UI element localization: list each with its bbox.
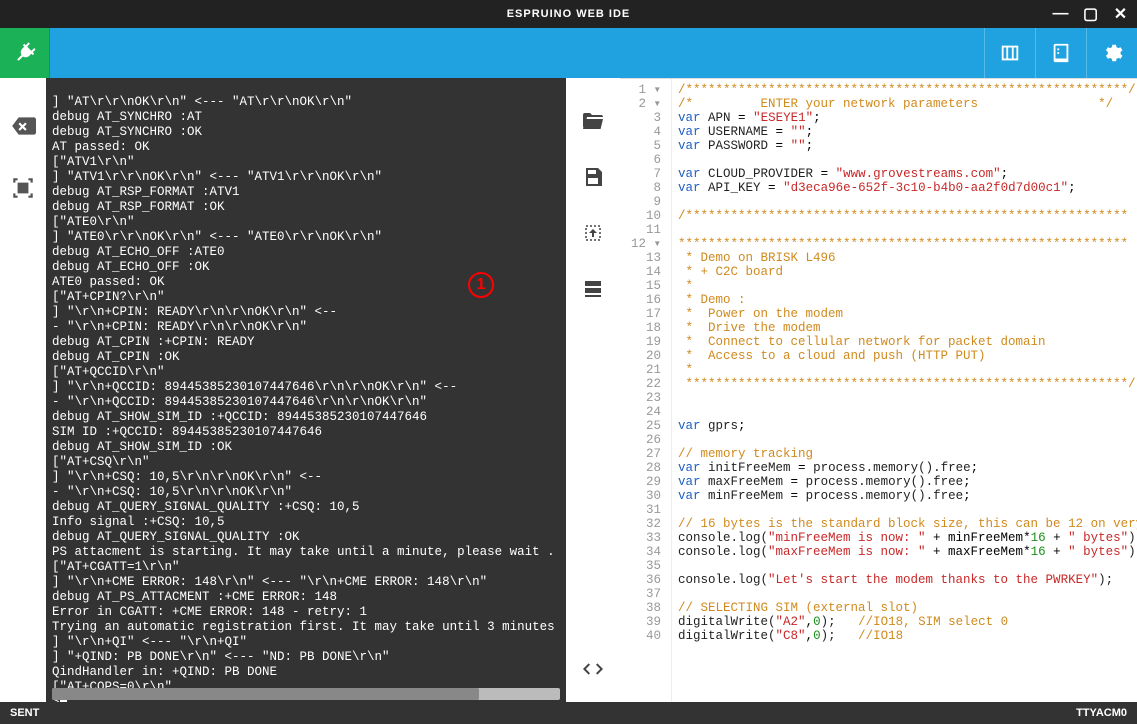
settings-button[interactable] bbox=[1087, 28, 1137, 78]
upload-button[interactable] bbox=[578, 218, 608, 248]
code-view-button[interactable] bbox=[578, 654, 608, 684]
scrollbar-thumb[interactable] bbox=[52, 688, 479, 700]
terminal-scrollbar[interactable] bbox=[52, 688, 560, 700]
clear-button[interactable] bbox=[9, 112, 37, 140]
minimize-button[interactable]: — bbox=[1049, 4, 1073, 24]
left-sidebar bbox=[0, 78, 46, 702]
statusbar: SENT TTYACM0 bbox=[0, 702, 1137, 724]
status-right: TTYACM0 bbox=[1076, 707, 1127, 719]
terminal-panel[interactable]: ] "AT\r\r\nOK\r\n" <--- "AT\r\r\nOK\r\n"… bbox=[46, 78, 566, 702]
columns-icon bbox=[999, 42, 1021, 64]
code-content[interactable]: /***************************************… bbox=[672, 79, 1137, 702]
line-gutter: 1 ▾ 2 ▾ 3 4 5 6 7 8 9 10 11 12 ▾ 13 14 1… bbox=[620, 79, 672, 702]
close-button[interactable]: ✕ bbox=[1109, 4, 1133, 24]
chip-upload-icon bbox=[581, 221, 605, 245]
backspace-icon bbox=[10, 113, 36, 139]
window-title: ESPRUINO WEB IDE bbox=[507, 8, 631, 20]
maximize-button[interactable]: ▢ bbox=[1079, 4, 1103, 24]
code-editor[interactable]: 1 ▾ 2 ▾ 3 4 5 6 7 8 9 10 11 12 ▾ 13 14 1… bbox=[620, 78, 1137, 702]
plug-icon bbox=[8, 36, 42, 70]
open-file-button[interactable] bbox=[578, 106, 608, 136]
main-area: ] "AT\r\r\nOK\r\n" <--- "AT\r\r\nOK\r\n"… bbox=[0, 78, 1137, 702]
terminal-output: ] "AT\r\r\nOK\r\n" <--- "AT\r\r\nOK\r\n"… bbox=[52, 80, 560, 695]
storage-button[interactable] bbox=[578, 274, 608, 304]
help-button[interactable] bbox=[1036, 28, 1086, 78]
save-icon bbox=[581, 165, 605, 189]
toolbar bbox=[0, 28, 1137, 78]
titlebar: ESPRUINO WEB IDE — ▢ ✕ bbox=[0, 0, 1137, 28]
connect-button[interactable] bbox=[0, 28, 50, 78]
split-view-button[interactable] bbox=[985, 28, 1035, 78]
storage-icon bbox=[581, 277, 605, 301]
book-icon bbox=[1050, 42, 1072, 64]
frame-icon bbox=[10, 175, 36, 201]
code-icon bbox=[581, 657, 605, 681]
middle-toolbar: 1 bbox=[566, 78, 620, 702]
folder-open-icon bbox=[581, 109, 605, 133]
window-controls: — ▢ ✕ bbox=[1049, 4, 1133, 24]
gear-icon bbox=[1101, 42, 1123, 64]
save-file-button[interactable] bbox=[578, 162, 608, 192]
frame-button[interactable] bbox=[9, 174, 37, 202]
status-left: SENT bbox=[10, 707, 39, 719]
